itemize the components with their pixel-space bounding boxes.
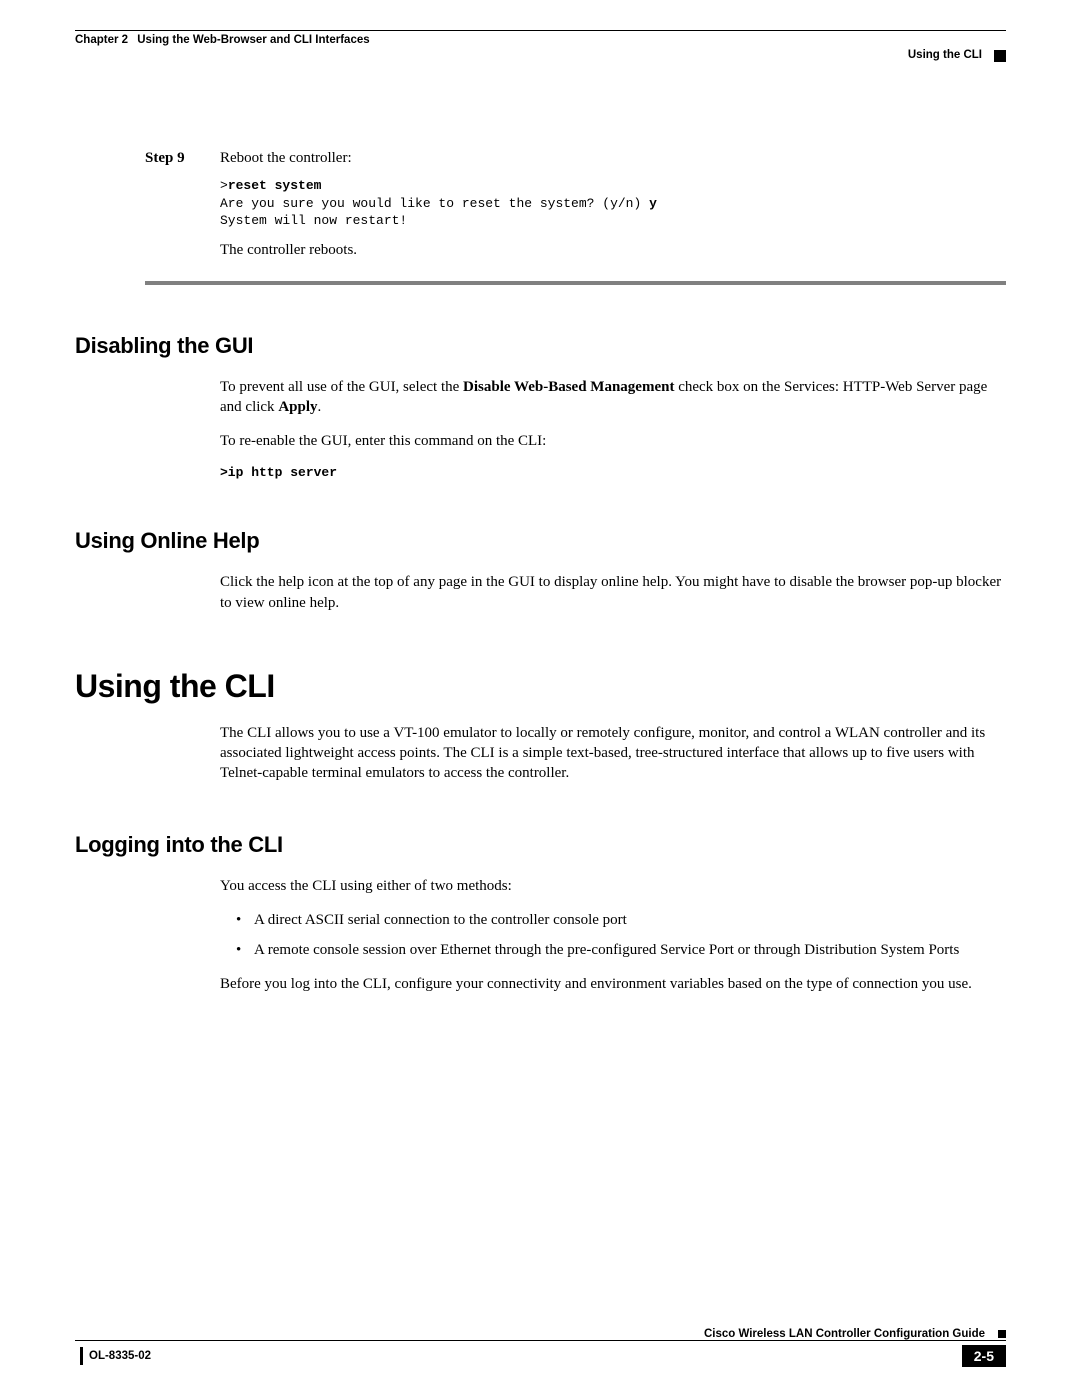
logging-cli-after: Before you log into the CLI, configure y… bbox=[220, 974, 1006, 994]
header-section-label: Using the CLI bbox=[908, 49, 982, 61]
cli-prompt: > bbox=[220, 178, 228, 193]
using-cli-para: The CLI allows you to use a VT-100 emula… bbox=[220, 723, 1006, 784]
footer-left-marker-icon bbox=[75, 1347, 83, 1365]
section-disabling-gui: To prevent all use of the GUI, select th… bbox=[220, 377, 1006, 481]
step-number: Step 9 bbox=[145, 150, 220, 259]
header-section-right: Using the CLI bbox=[75, 49, 1006, 61]
page-footer: Cisco Wireless LAN Controller Configurat… bbox=[75, 1330, 1006, 1367]
logging-cli-intro: You access the CLI using either of two m… bbox=[220, 876, 1006, 896]
heading-disabling-gui: Disabling the GUI bbox=[75, 333, 1006, 359]
online-help-para: Click the help icon at the top of any pa… bbox=[220, 572, 1006, 613]
header-marker-icon bbox=[994, 50, 1006, 62]
disabling-gui-para1: To prevent all use of the GUI, select th… bbox=[220, 377, 1006, 418]
heading-logging-cli: Logging into the CLI bbox=[75, 832, 1006, 858]
heading-online-help: Using Online Help bbox=[75, 528, 1006, 554]
cli-y: y bbox=[649, 196, 657, 211]
cli-command: reset system bbox=[228, 178, 322, 193]
chapter-number: Chapter 2 bbox=[75, 34, 128, 46]
cli-line2: System will now restart! bbox=[220, 213, 407, 228]
footer-marker-icon bbox=[998, 1330, 1006, 1338]
section-logging-cli: You access the CLI using either of two m… bbox=[220, 876, 1006, 995]
list-item: A direct ASCII serial connection to the … bbox=[220, 910, 1006, 930]
page-header: Chapter 2 Using the Web-Browser and CLI … bbox=[75, 30, 1006, 90]
list-item: A remote console session over Ethernet t… bbox=[220, 940, 1006, 960]
chapter-title: Using the Web-Browser and CLI Interfaces bbox=[137, 34, 369, 46]
chapter-line: Chapter 2 Using the Web-Browser and CLI … bbox=[75, 34, 1006, 46]
heading-using-cli: Using the CLI bbox=[75, 668, 1006, 705]
footer-guide-title: Cisco Wireless LAN Controller Configurat… bbox=[704, 1328, 993, 1340]
page-number: 2-5 bbox=[962, 1345, 1006, 1367]
page-content: Step 9 Reboot the controller: >reset sys… bbox=[75, 150, 1006, 995]
step-9-block: Step 9 Reboot the controller: >reset sys… bbox=[145, 150, 1006, 259]
section-divider bbox=[145, 281, 1006, 285]
footer-doc-id: OL-8335-02 bbox=[89, 1350, 151, 1362]
disabling-gui-para2: To re-enable the GUI, enter this command… bbox=[220, 431, 1006, 451]
section-online-help: Click the help icon at the top of any pa… bbox=[220, 572, 1006, 613]
page-frame: Chapter 2 Using the Web-Browser and CLI … bbox=[75, 30, 1006, 1367]
step-after: The controller reboots. bbox=[220, 242, 1006, 259]
step-intro: Reboot the controller: bbox=[220, 150, 1006, 167]
section-using-cli: The CLI allows you to use a VT-100 emula… bbox=[220, 723, 1006, 784]
logging-cli-bullets: A direct ASCII serial connection to the … bbox=[220, 910, 1006, 961]
cli-ip-http: >ip http server bbox=[220, 465, 1006, 480]
cli-output: >reset system Are you sure you would lik… bbox=[220, 177, 1006, 230]
cli-line1: Are you sure you would like to reset the… bbox=[220, 196, 649, 211]
